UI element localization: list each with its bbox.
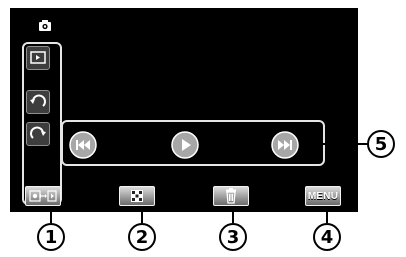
mode-switch-button[interactable] [25,186,61,206]
play-button[interactable] [170,130,200,160]
callout-leader-2 [141,206,143,223]
callout-4: 4 [313,223,341,251]
index-grid-icon [120,190,154,209]
play-icon [170,131,200,164]
callout-2: 2 [128,223,156,251]
skip-next-icon [270,131,300,164]
rotate-right-button[interactable] [26,122,50,146]
skip-previous-icon [68,131,98,164]
callout-1: 1 [37,223,65,251]
callout-leader-1 [50,206,52,223]
index-button[interactable] [119,186,155,206]
callout-leader-3 [232,206,234,223]
trash-icon [214,188,248,209]
camera-icon [38,17,52,31]
menu-button[interactable]: MENU [305,186,341,206]
callout-5: 5 [367,130,395,158]
callout-leader-4 [326,206,328,223]
menu-label: MENU [307,190,339,202]
rotate-left-icon [27,94,49,117]
delete-button[interactable] [213,186,249,206]
rotate-left-button[interactable] [26,90,50,114]
previous-button[interactable] [68,130,98,160]
play-mode-button[interactable] [26,46,50,70]
next-button[interactable] [270,130,300,160]
play-mode-icon [27,51,49,73]
rotate-right-icon [27,126,49,149]
mode-switch-icon [26,190,60,209]
callout-3: 3 [219,223,247,251]
playback-screen: MENU [10,8,358,212]
